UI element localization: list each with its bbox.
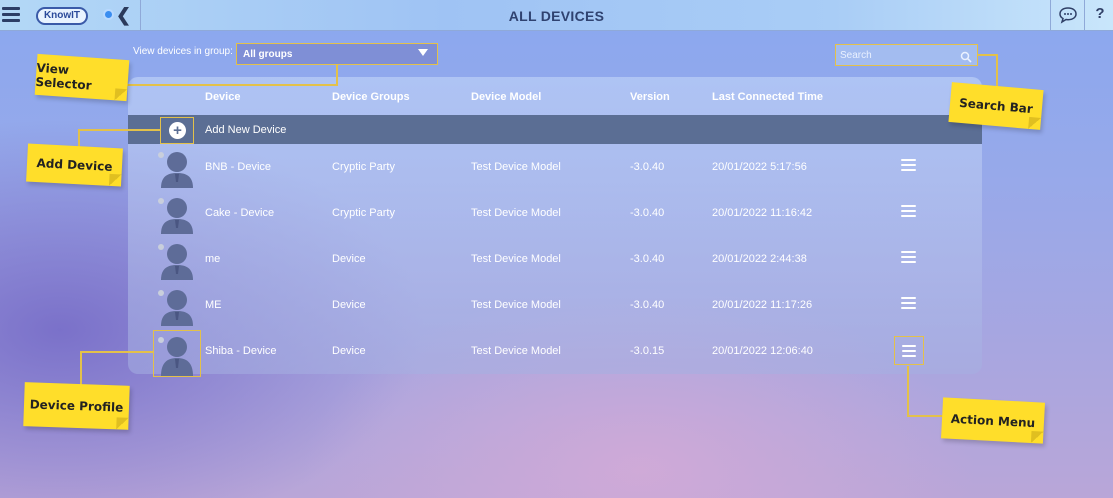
note-device-profile: Device Profile xyxy=(23,382,130,430)
note-action-menu: Action Menu xyxy=(940,397,1046,444)
device-name[interactable]: Cake - Device xyxy=(205,207,274,219)
device-group: Cryptic Party xyxy=(332,207,395,219)
note-label: Search Bar xyxy=(958,95,1034,117)
dropdown-caret-icon xyxy=(418,49,428,56)
note-add-device: Add Device xyxy=(26,143,123,187)
group-select-value: All groups xyxy=(243,49,293,60)
avatar-icon[interactable] xyxy=(156,194,198,234)
connector-line xyxy=(336,65,338,85)
search-input[interactable] xyxy=(840,47,955,63)
menu-icon[interactable] xyxy=(901,297,916,310)
help-icon[interactable]: ? xyxy=(1092,5,1108,25)
note-label: Device Profile xyxy=(29,397,124,415)
device-model: Test Device Model xyxy=(471,161,561,173)
avatar-icon[interactable] xyxy=(156,240,198,280)
menu-icon[interactable] xyxy=(894,336,924,365)
device-version: -3.0.40 xyxy=(630,299,665,311)
note-view-selector: View Selector xyxy=(34,53,130,102)
device-version: -3.0.40 xyxy=(630,253,665,265)
table-row[interactable]: Cake - Device Cryptic Party Test Device … xyxy=(128,190,982,236)
table-header: Device Device Groups Device Model Versio… xyxy=(128,77,982,115)
search-box[interactable] xyxy=(835,44,978,66)
last-connected: 20/01/2022 12:06:40 xyxy=(712,345,813,357)
last-connected: 20/01/2022 11:17:26 xyxy=(712,299,813,311)
chat-icon[interactable] xyxy=(1058,6,1078,24)
note-fold xyxy=(116,417,129,430)
column-header-device[interactable]: Device xyxy=(205,91,240,103)
note-label: Action Menu xyxy=(950,411,1036,430)
table-row[interactable]: Shiba - Device Device Test Device Model … xyxy=(128,328,982,377)
connector-line xyxy=(978,54,998,56)
status-dot xyxy=(158,337,164,343)
divider xyxy=(1084,0,1085,31)
add-new-device-label[interactable]: Add New Device xyxy=(205,124,286,136)
status-dot xyxy=(158,198,164,204)
note-fold xyxy=(1028,116,1042,130)
column-header-version[interactable]: Version xyxy=(630,91,670,103)
table-row[interactable]: me Device Test Device Model -3.0.40 20/0… xyxy=(128,236,982,282)
device-model: Test Device Model xyxy=(471,299,561,311)
note-fold xyxy=(1030,431,1044,444)
table-row[interactable]: ME Device Test Device Model -3.0.40 20/0… xyxy=(128,282,982,328)
divider xyxy=(1050,0,1051,31)
last-connected: 20/01/2022 5:17:56 xyxy=(712,161,807,173)
note-fold xyxy=(114,88,128,102)
status-dot xyxy=(158,244,164,250)
connector-line xyxy=(907,366,909,417)
device-version: -3.0.15 xyxy=(630,345,665,357)
device-model: Test Device Model xyxy=(471,253,561,265)
device-model: Test Device Model xyxy=(471,207,561,219)
status-dot xyxy=(158,152,164,158)
device-model: Test Device Model xyxy=(471,345,561,357)
last-connected: 20/01/2022 11:16:42 xyxy=(712,207,813,219)
note-fold xyxy=(108,173,122,187)
status-dot xyxy=(158,290,164,296)
table-row[interactable]: BNB - Device Cryptic Party Test Device M… xyxy=(128,144,982,190)
device-group: Device xyxy=(332,253,366,265)
connector-line xyxy=(80,351,153,353)
avatar-icon[interactable] xyxy=(156,148,198,188)
add-device-button[interactable]: + xyxy=(160,117,194,144)
menu-icon[interactable] xyxy=(901,159,916,172)
search-icon[interactable] xyxy=(960,50,972,63)
column-header-groups[interactable]: Device Groups xyxy=(332,91,410,103)
device-version: -3.0.40 xyxy=(630,161,665,173)
avatar-icon[interactable] xyxy=(153,330,201,377)
column-header-last-connected[interactable]: Last Connected Time xyxy=(712,91,823,103)
connector-line xyxy=(80,351,82,385)
note-search-bar: Search Bar xyxy=(948,82,1044,130)
device-name[interactable]: Shiba - Device xyxy=(205,345,277,357)
connector-line xyxy=(907,415,943,417)
group-filter-label: View devices in group: xyxy=(133,46,233,57)
page-title: ALL DEVICES xyxy=(508,8,605,24)
device-group: Device xyxy=(332,299,366,311)
plus-icon: + xyxy=(169,122,186,139)
connector-line xyxy=(78,129,160,131)
device-group: Device xyxy=(332,345,366,357)
device-version: -3.0.40 xyxy=(630,207,665,219)
device-name[interactable]: BNB - Device xyxy=(205,161,271,173)
group-select[interactable]: All groups xyxy=(236,43,438,65)
menu-icon[interactable] xyxy=(901,205,916,218)
device-group: Cryptic Party xyxy=(332,161,395,173)
device-name[interactable]: ME xyxy=(205,299,222,311)
note-label: Add Device xyxy=(36,156,113,174)
column-header-model[interactable]: Device Model xyxy=(471,91,541,103)
connector-line xyxy=(996,54,998,88)
last-connected: 20/01/2022 2:44:38 xyxy=(712,253,807,265)
top-bar: KnowIT ❮ ALL DEVICES ? xyxy=(0,0,1113,31)
device-name[interactable]: me xyxy=(205,253,220,265)
connector-line xyxy=(120,84,338,86)
menu-icon[interactable] xyxy=(901,251,916,264)
avatar-icon[interactable] xyxy=(156,286,198,326)
